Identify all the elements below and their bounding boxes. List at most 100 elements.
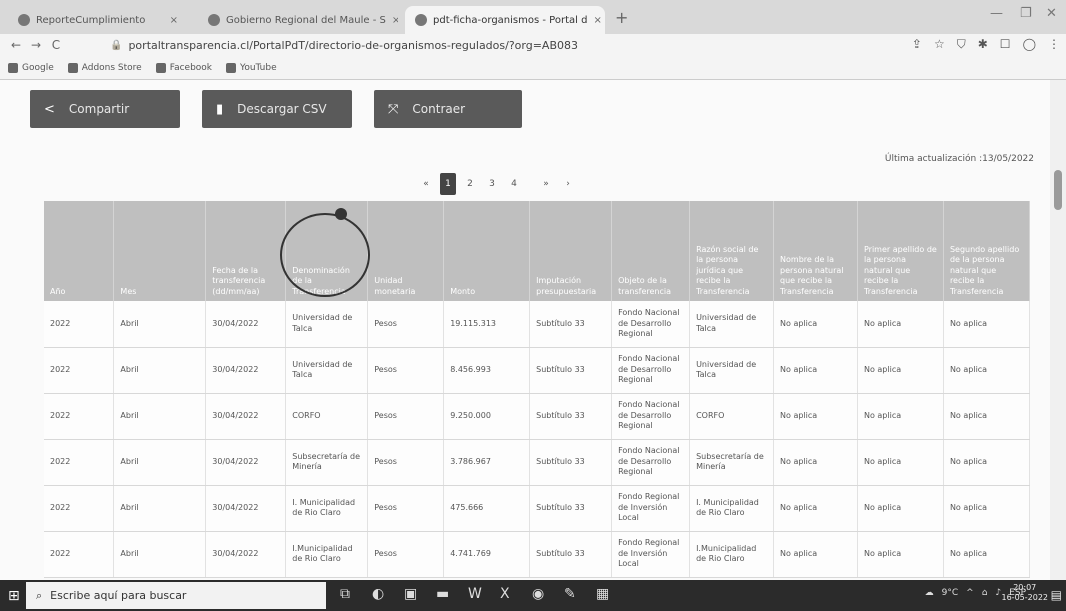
- tab-close-icon[interactable]: ×: [170, 15, 178, 26]
- page-next-b[interactable]: ›: [560, 173, 576, 195]
- close-window-button[interactable]: ✕: [1046, 6, 1057, 21]
- cell-primer-apellido: No aplica: [857, 393, 944, 440]
- bookmark-star-icon[interactable]: ☆: [934, 37, 945, 52]
- app-icon[interactable]: ✎: [564, 586, 576, 602]
- cell-primer-apellido: No aplica: [857, 531, 944, 578]
- bookmark-facebook[interactable]: Facebook: [155, 62, 213, 73]
- facebook-icon: [155, 62, 166, 73]
- handdrawn-circle-annotation: [280, 213, 371, 297]
- app-window-icon[interactable]: ▦: [596, 586, 609, 602]
- network-icon[interactable]: ⌂: [982, 588, 988, 598]
- reload-button[interactable]: C: [46, 38, 66, 52]
- cell-denominacion: I. Municipalidad de Rio Claro: [285, 485, 369, 532]
- cell-segundo-apellido: No aplica: [943, 347, 1031, 394]
- page-content: < Compartir ▮ Descargar CSV ⤧ Contraer Ú…: [0, 80, 1050, 580]
- tab-close-icon[interactable]: ×: [392, 15, 398, 26]
- cell-fecha: 30/04/2022: [205, 439, 287, 486]
- cell-ano: 2022: [44, 393, 115, 440]
- cell-denominacion: Universidad de Talca: [285, 347, 369, 394]
- page-3[interactable]: 3: [484, 173, 500, 195]
- addons-icon: [67, 62, 78, 73]
- cell-primer-apellido: No aplica: [857, 347, 944, 394]
- cell-fecha: 30/04/2022: [205, 531, 287, 578]
- cell-denominacion: CORFO: [285, 393, 369, 440]
- bookmark-label: Addons Store: [81, 62, 142, 73]
- cell-primer-apellido: No aplica: [857, 301, 944, 348]
- sidebar-icon[interactable]: ☐: [1000, 37, 1011, 52]
- bookmark-label: Google: [22, 62, 54, 73]
- edge-icon[interactable]: ◐: [372, 586, 384, 602]
- page-scrollbar[interactable]: [1050, 80, 1066, 580]
- url-text: portaltransparencia.cl/PortalPdT/directo…: [128, 38, 578, 52]
- cell-fecha: 30/04/2022: [205, 301, 287, 348]
- clock-time: 20:07: [1013, 583, 1037, 592]
- tab-reporte-cumplimiento[interactable]: ReporteCumplimiento ×: [8, 6, 188, 34]
- cell-mes: Abril: [113, 393, 207, 440]
- cell-nombre: No aplica: [773, 301, 858, 348]
- extension-shield-icon[interactable]: ⛉: [957, 37, 966, 52]
- share-button[interactable]: < Compartir: [30, 90, 180, 128]
- page-next-a[interactable]: »: [538, 173, 554, 195]
- share-page-icon[interactable]: ⇪: [912, 37, 922, 52]
- back-button[interactable]: ←: [6, 38, 26, 52]
- tab-gobierno-regional[interactable]: Gobierno Regional del Maule - S ×: [198, 6, 398, 34]
- bookmarks-bar: Google Addons Store Facebook YouTube: [0, 56, 1066, 80]
- profile-icon[interactable]: ◯: [1023, 37, 1036, 52]
- task-view-icon[interactable]: ⧉: [340, 586, 350, 602]
- url-field[interactable]: 🔒 portaltransparencia.cl/PortalPdT/direc…: [110, 36, 578, 54]
- cell-mes: Abril: [113, 485, 207, 532]
- cell-monto: 9.250.000: [443, 393, 531, 440]
- cell-objeto: Fondo Nacional de Desarrollo Regional: [611, 393, 691, 440]
- word-icon[interactable]: W: [468, 586, 482, 602]
- scrollbar-thumb[interactable]: [1054, 170, 1062, 210]
- cell-razon-social: CORFO: [689, 393, 775, 440]
- youtube-icon: [226, 62, 237, 73]
- extensions-puzzle-icon[interactable]: ✱: [978, 37, 988, 52]
- taskbar-clock[interactable]: 20:07 16-05-2022: [1002, 583, 1049, 604]
- page-prev[interactable]: «: [418, 173, 434, 195]
- minimize-button[interactable]: —: [990, 6, 1003, 21]
- taskbar-search-input[interactable]: ⌕ Escribe aquí para buscar: [26, 582, 326, 609]
- document-icon: ▮: [216, 101, 224, 117]
- windows-taskbar: ⊞ ⌕ Escribe aquí para buscar ⧉ ◐ ▣ ▬ W X…: [0, 580, 1066, 611]
- new-tab-button[interactable]: +: [615, 8, 628, 27]
- bookmark-addons-store[interactable]: Addons Store: [67, 62, 142, 73]
- cell-objeto: Fondo Nacional de Desarrollo Regional: [611, 301, 691, 348]
- cell-imputacion: Subtítulo 33: [529, 301, 613, 348]
- menu-icon[interactable]: ⋮: [1048, 37, 1060, 52]
- page-1[interactable]: 1: [440, 173, 456, 195]
- bookmark-youtube[interactable]: YouTube: [226, 62, 277, 73]
- windows-start-icon[interactable]: ⊞: [8, 588, 20, 604]
- page-4[interactable]: 4: [506, 173, 522, 195]
- forward-button[interactable]: →: [26, 38, 46, 52]
- weather-temp[interactable]: 9°C: [942, 588, 959, 598]
- cell-unidad: Pesos: [367, 485, 445, 532]
- tab-title: Gobierno Regional del Maule - S: [226, 14, 386, 26]
- notifications-icon[interactable]: ▤: [1051, 588, 1062, 602]
- tab-close-icon[interactable]: ×: [593, 15, 601, 26]
- tab-favicon-icon: [18, 14, 30, 26]
- cell-imputacion: Subtítulo 33: [529, 347, 613, 394]
- chrome-icon[interactable]: ◉: [532, 586, 544, 602]
- download-csv-button[interactable]: ▮ Descargar CSV: [202, 90, 352, 128]
- restore-button[interactable]: ❐: [1020, 6, 1032, 21]
- photos-icon[interactable]: ▣: [404, 586, 417, 602]
- search-icon: ⌕: [36, 588, 43, 602]
- collapse-button[interactable]: ⤧ Contraer: [374, 90, 522, 128]
- excel-icon[interactable]: X: [500, 586, 510, 602]
- cell-nombre: No aplica: [773, 531, 858, 578]
- tray-expand-icon[interactable]: ^: [966, 588, 974, 598]
- col-header-segundo-apellido: Segundo apellido de la persona natural q…: [943, 201, 1031, 301]
- volume-icon[interactable]: ♪: [995, 588, 1001, 598]
- cell-mes: Abril: [113, 301, 207, 348]
- cell-monto: 4.741.769: [443, 531, 531, 578]
- bookmark-label: Facebook: [169, 62, 213, 73]
- tab-title: ReporteCumplimiento: [36, 14, 146, 26]
- cell-razon-social: Universidad de Talca: [689, 301, 775, 348]
- cell-segundo-apellido: No aplica: [943, 485, 1031, 532]
- bookmark-google[interactable]: Google: [8, 62, 54, 73]
- file-explorer-icon[interactable]: ▬: [436, 586, 449, 602]
- google-icon: [8, 62, 18, 73]
- tab-pdt-ficha-organismos[interactable]: pdt-ficha-organismos - Portal d ×: [405, 6, 605, 34]
- page-2[interactable]: 2: [462, 173, 478, 195]
